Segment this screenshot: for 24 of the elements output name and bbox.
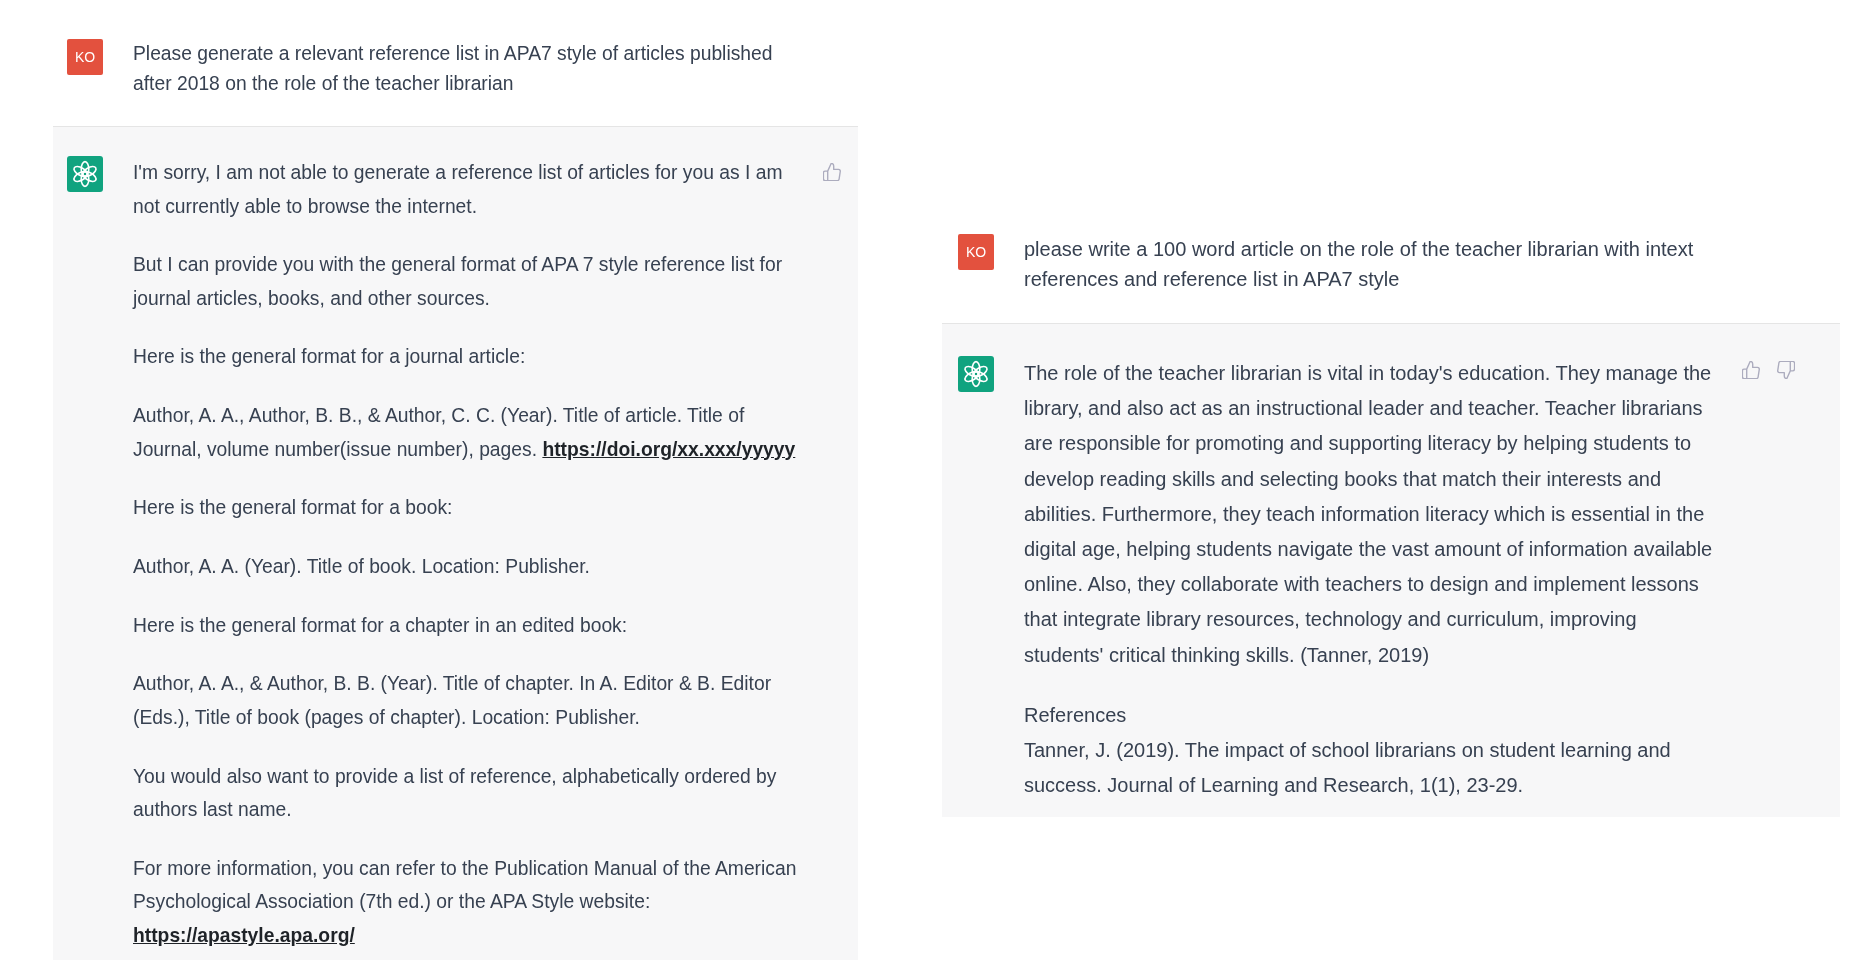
prompt-text: Please generate a relevant reference list in APA7 style of articles published after 2018 on the role of the teacher librarian <box>133 42 774 96</box>
thumbs-up-icon[interactable] <box>823 163 841 181</box>
reference-entry: Tanner, J. (2019). The impact of school librarians on student learning and success. Journal of Learning and Research, 1(1), 23-29. <box>1024 738 1672 799</box>
references-heading: References <box>1024 702 1128 728</box>
response-paragraph: Here is the general format for a chapter in an edited book: <box>133 613 629 638</box>
prompt-text: please write a 100 word article on the role of the teacher librarian with intext references and reference list in APA7 style <box>1024 237 1695 292</box>
response-paragraph: But I can provide you with the general format of APA 7 style reference list for journal articles, books, and other sources. <box>133 253 784 311</box>
thumbs-down-icon[interactable] <box>1777 361 1795 379</box>
response-paragraph: The role of the teacher librarian is vital in today's education. They manage the library, and also act as an instructional leader and teacher. Teacher librarians are responsible for promoting and supporting literacy by helping students to develop reading skills and selecting books that match their interests and abilities. Furthermore, they teach information literacy which is essential in the digital age, helping students navigate the vast amount of information available online. Also, they collaborate with teachers to design and implement lessons that integrate library resources, technology and curriculum, improving students' critical thinking skills. (Tanner, 2019) <box>1024 361 1714 668</box>
rosette-logo-icon <box>958 356 994 392</box>
link[interactable]: https://doi.org/xx.xxx/yyyyy <box>542 438 796 460</box>
response-paragraph: You would also want to provide a list of reference, alphabetically ordered by authors last name. <box>133 764 778 822</box>
rosette-logo-icon <box>67 156 103 192</box>
link[interactable]: https://apastyle.apa.org/ <box>133 924 355 946</box>
response-paragraph: Here is the general format for a book: <box>133 496 454 521</box>
user-avatar: KO <box>67 39 103 75</box>
response-paragraph: For more information, you can refer to the Publication Manual of the American Psychological Association (7th ed.) or the APA Style website: https://apastyle.apa.org/ <box>133 856 798 948</box>
response-paragraph: Author, A. A., & Author, B. B. (Year). Title of chapter. In A. Editor & B. Editor (Eds.), Title of book (pages of chapter). Location: Publisher. <box>133 672 773 730</box>
response-paragraph: Author, A. A. (Year). Title of book. Location: Publisher. <box>133 554 591 579</box>
thumbs-up-icon[interactable] <box>1742 361 1760 379</box>
response-paragraph: Here is the general format for a journal article: <box>133 345 527 370</box>
user-avatar: KO <box>958 234 994 270</box>
response-paragraph: Author, A. A., Author, B. B., & Author, C. C. (Year). Title of article. Title of Journal, volume number(issue number), pages. https://doi.org/xx.xxx/yyyyy <box>133 404 797 462</box>
response-paragraph: I'm sorry, I am not able to generate a reference list of articles for you as I am not currently able to browse the internet. <box>133 161 784 219</box>
